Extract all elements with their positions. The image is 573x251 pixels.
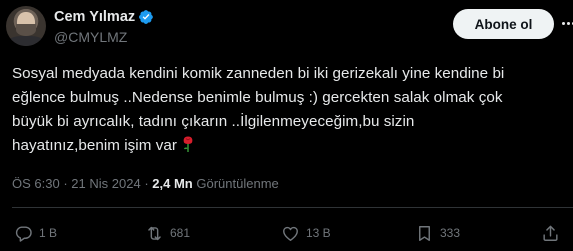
follow-button[interactable]: Abone ol [453,9,554,39]
heart-icon [283,226,298,241]
reply-count: 1 B [39,226,58,240]
share-button[interactable] [541,222,560,244]
avatar[interactable] [6,6,46,46]
author-name-row: Cem Yılmaz [54,8,154,26]
avatar-shirt [8,36,44,46]
avatar-beard [16,24,36,36]
author-name[interactable]: Cem Yılmaz [54,8,135,26]
more-options-icon[interactable] [562,14,573,34]
reply-button[interactable]: 1 B [14,222,57,244]
rose-emoji-icon [181,135,195,153]
verified-badge-icon[interactable] [138,9,154,25]
bookmark-icon [419,225,430,241]
tweet-header: Cem Yılmaz @CMYLMZ Abone ol [0,0,573,56]
like-button[interactable]: 13 B [281,222,331,244]
bookmark-count: 333 [440,226,461,240]
retweet-icon [148,226,161,240]
bookmark-count-button[interactable]: 333 [415,222,460,244]
tweet-text: Sosyal medyada kendini komik zanneden bi… [12,65,505,154]
share-icon [543,225,558,241]
meta-separator: · [63,176,68,191]
views-count: 2,4 Mn [152,176,193,191]
tweet-body: Sosyal medyada kendini komik zanneden bi… [12,62,567,158]
divider [12,207,573,208]
retweet-button[interactable]: 681 [145,222,190,244]
retweet-count: 681 [170,226,191,240]
views-label: Görüntülenme [196,176,279,191]
meta-separator: · [144,176,149,191]
like-count: 13 B [306,226,331,240]
tweet-time[interactable]: ÖS 6:30 [12,176,60,191]
reply-icon [15,225,32,242]
tweet-date[interactable]: 21 Nis 2024 [71,176,140,191]
tweet-meta: ÖS 6:30 · 21 Nis 2024 · 2,4 Mn Görüntüle… [12,175,279,193]
author-handle[interactable]: @CMYLMZ [54,28,127,46]
